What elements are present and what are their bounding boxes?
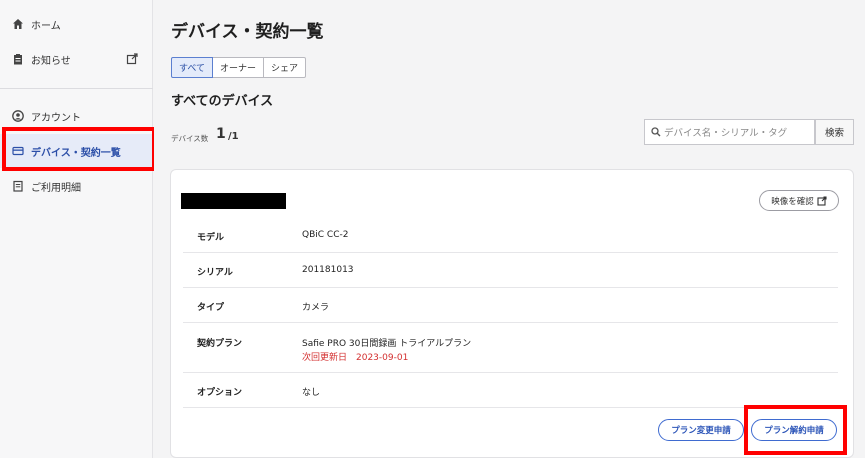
device-count-label: デバイス数 xyxy=(171,134,209,143)
sidebar-item-statement[interactable]: ご利用明細 xyxy=(0,169,153,203)
search-input[interactable]: デバイス名・シリアル・タグ xyxy=(644,119,815,145)
row-value: 201181013 xyxy=(302,265,354,275)
table-row: 契約プラン Safie PRO 30日間録画 トライアルプラン 次回更新日 20… xyxy=(183,323,838,373)
plan-cancel-button[interactable]: プラン解約申請 xyxy=(751,419,837,441)
search-placeholder: デバイス名・シリアル・タグ xyxy=(664,128,788,139)
device-count-value: 1 xyxy=(216,126,226,142)
table-row: シリアル 201181013 xyxy=(183,253,838,288)
statement-icon xyxy=(12,180,24,192)
account-icon xyxy=(12,110,24,122)
row-key: タイプ xyxy=(197,303,225,313)
row-key: 契約プラン xyxy=(197,339,243,349)
plan-change-button[interactable]: プラン変更申請 xyxy=(658,419,744,441)
external-link-icon xyxy=(817,195,827,206)
sidebar-item-label: アカウント xyxy=(31,112,81,124)
tab-shared[interactable]: シェア xyxy=(263,57,307,78)
sidebar-item-label: ご利用明細 xyxy=(31,182,81,194)
sidebar-item-home[interactable]: ホーム xyxy=(0,7,153,41)
row-key: モデル xyxy=(197,233,225,243)
table-row: タイプ カメラ xyxy=(183,288,838,323)
sidebar: ホーム お知らせ アカウント デバイス・契約一覧 ご利用明細 xyxy=(0,0,153,458)
page-title: デバイス・契約一覧 xyxy=(171,22,324,42)
search-button[interactable]: 検索 xyxy=(815,119,854,145)
sidebar-item-label: お知らせ xyxy=(31,55,71,67)
sidebar-item-label: デバイス・契約一覧 xyxy=(31,147,121,159)
sidebar-item-account[interactable]: アカウント xyxy=(0,99,153,133)
external-link-icon xyxy=(126,53,138,65)
row-key: シリアル xyxy=(197,268,233,278)
search-icon xyxy=(651,127,661,137)
table-row: オプション なし xyxy=(183,373,838,408)
filter-tabs: すべて オーナー シェア xyxy=(171,57,307,78)
sidebar-item-notices[interactable]: お知らせ xyxy=(0,42,153,76)
sidebar-item-label: ホーム xyxy=(31,20,61,32)
view-video-label: 映像を確認 xyxy=(771,196,814,207)
row-value: カメラ xyxy=(302,303,330,313)
renewal-date: 次回更新日 2023-09-01 xyxy=(302,353,409,363)
section-title: すべてのデバイス xyxy=(171,94,274,109)
device-card: 映像を確認 モデル QBiC CC-2 シリアル 201181013 タイプ カ… xyxy=(170,169,854,458)
tab-all[interactable]: すべて xyxy=(171,57,214,78)
notice-icon xyxy=(12,53,24,65)
row-key: オプション xyxy=(197,388,243,398)
device-list-icon xyxy=(12,145,24,157)
redacted-device-name xyxy=(181,193,286,209)
sidebar-divider xyxy=(0,88,153,89)
row-value: QBiC CC-2 xyxy=(302,230,349,240)
view-video-button[interactable]: 映像を確認 xyxy=(759,190,839,211)
sidebar-item-device-list[interactable]: デバイス・契約一覧 xyxy=(0,134,153,168)
table-row: モデル QBiC CC-2 xyxy=(183,218,838,253)
home-icon xyxy=(12,18,24,30)
row-value: Safie PRO 30日間録画 トライアルプラン xyxy=(302,339,472,349)
device-count-total: /1 xyxy=(228,131,239,142)
row-value: なし xyxy=(302,388,321,398)
main-content: デバイス・契約一覧 すべて オーナー シェア すべてのデバイス デバイス数 1 … xyxy=(154,0,865,458)
tab-owner[interactable]: オーナー xyxy=(212,57,265,78)
